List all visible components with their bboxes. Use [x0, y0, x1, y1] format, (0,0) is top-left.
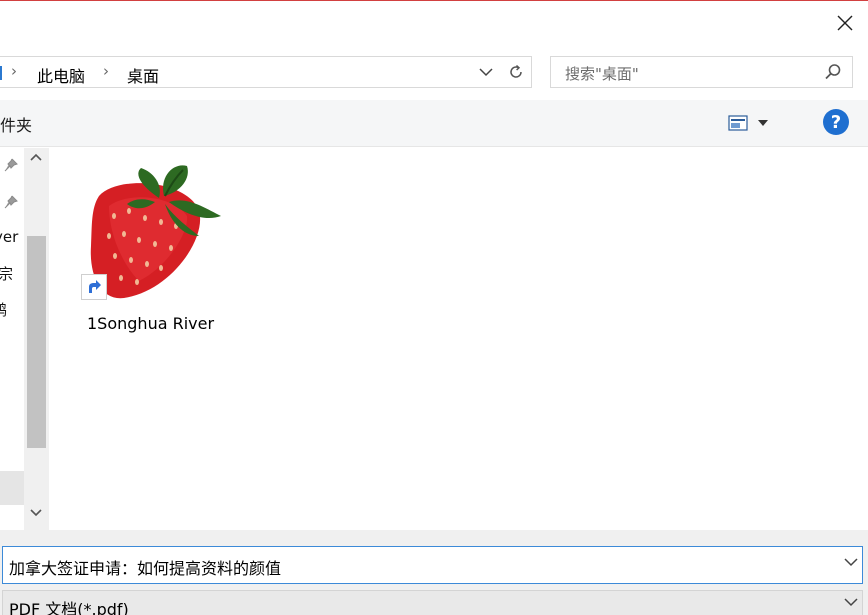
save-options-panel: 加拿大签证申请：如何提高资料的颜值 PDF 文档(*.pdf) [0, 530, 868, 615]
close-icon [837, 15, 853, 31]
nav-item[interactable]: yer [0, 228, 18, 246]
nav-item[interactable]: 宗 [0, 263, 13, 284]
scroll-up-icon[interactable] [30, 152, 42, 162]
refresh-button[interactable] [501, 57, 531, 87]
view-icon [728, 115, 748, 131]
search-box[interactable]: 搜索"桌面" [550, 56, 853, 88]
nav-item-selected[interactable] [0, 471, 24, 505]
file-item[interactable]: 1Songhua River [79, 156, 229, 336]
address-bar[interactable]: › 此电脑 › 桌面 [0, 56, 532, 88]
filename-field[interactable]: 加拿大签证申请：如何提高资料的颜值 [2, 546, 863, 584]
window-top-border [0, 0, 868, 1]
chevron-down-icon[interactable] [844, 597, 858, 607]
caret-down-icon [758, 120, 768, 126]
file-name-label[interactable]: 1Songhua River [87, 314, 214, 333]
filetype-select[interactable]: PDF 文档(*.pdf) [2, 590, 863, 615]
address-history-dropdown[interactable] [473, 57, 499, 87]
search-input[interactable]: 搜索"桌面" [565, 63, 639, 84]
change-view-button[interactable] [728, 110, 784, 136]
chevron-down-icon[interactable] [844, 557, 858, 567]
chevron-down-icon [479, 68, 493, 77]
breadcrumb-separator-icon[interactable]: › [103, 62, 109, 80]
pin-icon[interactable] [4, 195, 18, 209]
breadcrumb-desktop[interactable]: 桌面 [127, 63, 159, 87]
scroll-down-icon[interactable] [30, 508, 42, 518]
scrollbar-thumb[interactable] [27, 236, 46, 448]
nav-scrollbar[interactable] [24, 148, 49, 530]
breadcrumb-separator-icon[interactable]: › [11, 62, 17, 80]
file-list-view: 1Songhua River [49, 148, 868, 530]
pin-icon[interactable] [4, 158, 18, 172]
location-icon [0, 66, 2, 80]
close-button[interactable] [822, 4, 868, 42]
filename-input[interactable]: 加拿大签证申请：如何提高资料的颜值 [9, 555, 281, 579]
nav-item[interactable]: 鸭 [0, 299, 7, 320]
filetype-value: PDF 文档(*.pdf) [9, 600, 129, 615]
shortcut-overlay-icon [81, 274, 107, 300]
command-toolbar: 件夹 ? [0, 100, 868, 147]
new-folder-button[interactable]: 件夹 [0, 112, 32, 136]
refresh-icon [510, 64, 522, 78]
navigation-pane: yer 宗 鸭 [0, 148, 24, 530]
search-icon[interactable] [824, 63, 842, 81]
breadcrumb-this-pc[interactable]: 此电脑 [37, 63, 85, 87]
help-button[interactable]: ? [823, 109, 849, 135]
